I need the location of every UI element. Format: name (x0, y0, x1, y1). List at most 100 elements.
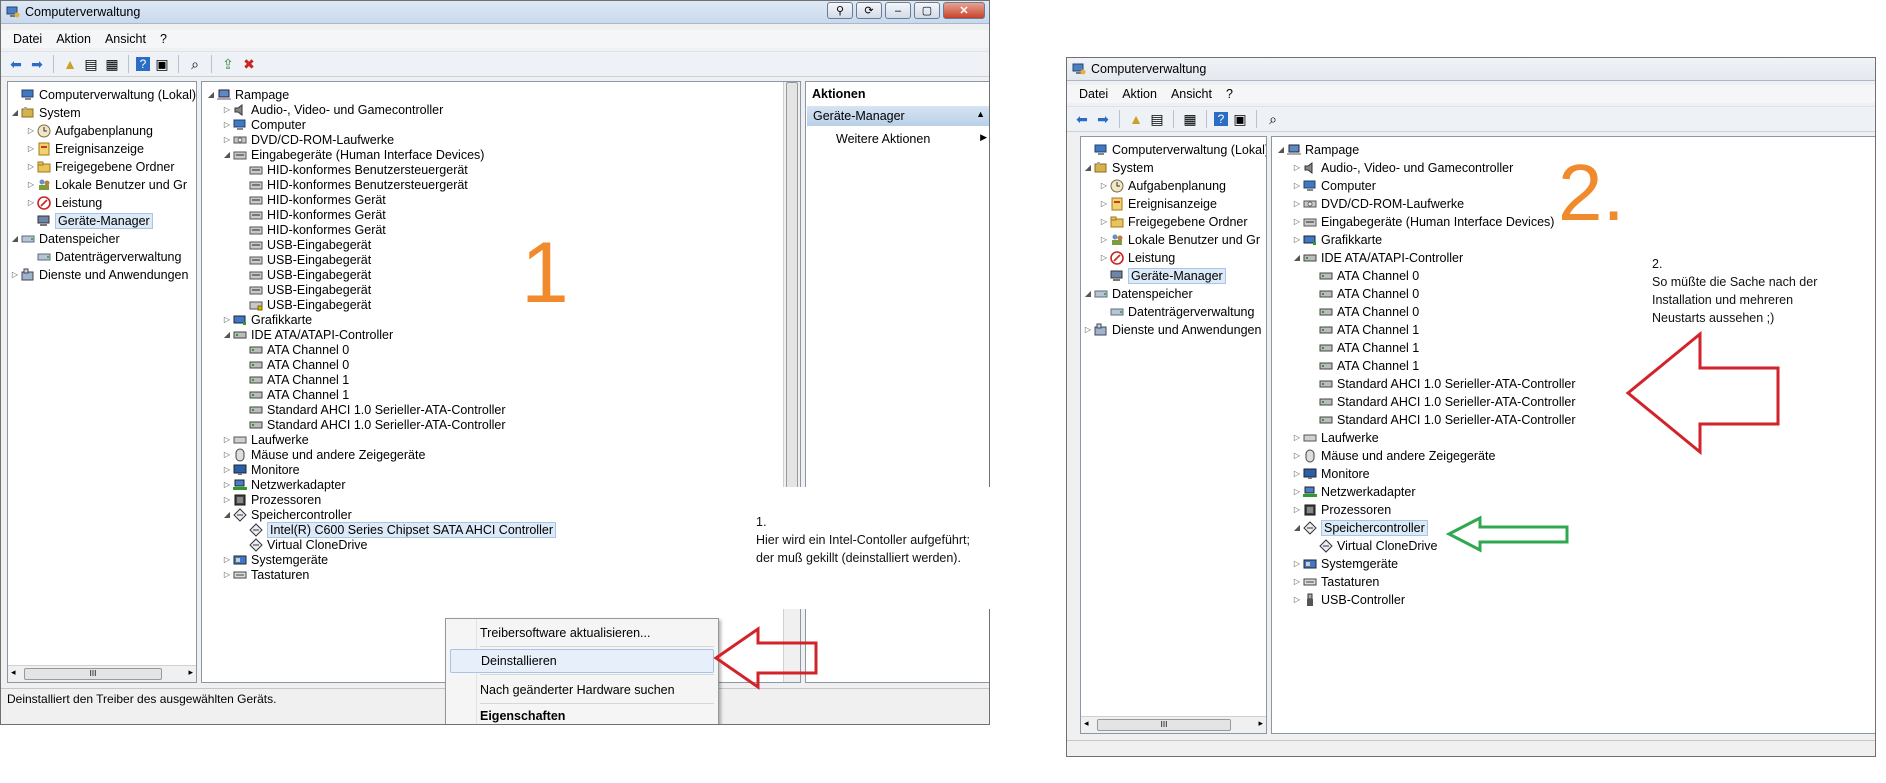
device-ata-channel[interactable]: ATA Channel 1 (1308, 339, 1419, 356)
collapsed-arrow-icon[interactable]: ▷ (222, 315, 232, 324)
expanded-arrow-icon[interactable]: ◢ (1292, 523, 1302, 532)
nav-system[interactable]: ◢ System (1083, 159, 1154, 176)
collapsed-arrow-icon[interactable]: ▷ (26, 144, 36, 153)
nav-device-manager[interactable]: Geräte-Manager (1099, 267, 1226, 284)
collapsed-arrow-icon[interactable]: ▷ (222, 555, 232, 564)
menu-ansicht[interactable]: Ansicht (105, 32, 146, 46)
forward-arrow-icon[interactable]: ➡ (28, 55, 46, 73)
collapsed-arrow-icon[interactable]: ▷ (222, 120, 232, 129)
device-category-gpu[interactable]: ▷ Grafikkarte (1292, 231, 1382, 248)
collapsed-arrow-icon[interactable]: ▷ (222, 465, 232, 474)
device-ata-channel[interactable]: ATA Channel 0 (1308, 285, 1419, 302)
device-ahci-controller[interactable]: Standard AHCI 1.0 Serieller-ATA-Controll… (1308, 375, 1576, 392)
up-folder-icon[interactable]: ▲ (61, 55, 79, 73)
nav-services[interactable]: ▷ Dienste und Anwendungen (10, 266, 189, 283)
properties-icon[interactable]: ▦ (103, 55, 121, 73)
expanded-arrow-icon[interactable]: ◢ (222, 150, 232, 159)
show-tree-icon[interactable]: ▤ (82, 55, 100, 73)
device-ata-channel[interactable]: ATA Channel 0 (1308, 267, 1419, 284)
scroll-right-icon[interactable]: ▸ (1258, 718, 1263, 729)
device-category-mice[interactable]: ▷ Mäuse und andere Zeigegeräte (1292, 447, 1496, 464)
collapsed-arrow-icon[interactable]: ▷ (26, 126, 36, 135)
menu-item-uninstall[interactable]: Deinstallieren (450, 649, 714, 673)
collapsed-arrow-icon[interactable]: ▷ (222, 495, 232, 504)
collapsed-arrow-icon[interactable]: ▷ (1099, 217, 1109, 226)
collapsed-arrow-icon[interactable]: ▷ (26, 198, 36, 207)
collapsed-arrow-icon[interactable]: ▷ (10, 270, 20, 279)
collapsed-arrow-icon[interactable]: ▷ (222, 105, 232, 114)
collapsed-arrow-icon[interactable]: ▷ (1292, 577, 1302, 586)
back-arrow-icon[interactable]: ⬅ (7, 55, 25, 73)
collapsed-arrow-icon[interactable]: ▷ (26, 162, 36, 171)
menu-ansicht[interactable]: Ansicht (1171, 87, 1212, 101)
collapsed-arrow-icon[interactable]: ▷ (222, 435, 232, 444)
nav-disk-management[interactable]: Datenträgerverwaltung (26, 248, 181, 265)
collapsed-arrow-icon[interactable]: ▷ (1292, 451, 1302, 460)
device-category-ide[interactable]: ◢ IDE ATA/ATAPI-Controller (1292, 249, 1463, 266)
collapsed-arrow-icon[interactable]: ▷ (1292, 487, 1302, 496)
collapsed-arrow-icon[interactable]: ▷ (1099, 181, 1109, 190)
collapsed-arrow-icon[interactable]: ▷ (1292, 181, 1302, 190)
collapsed-arrow-icon[interactable]: ▷ (222, 480, 232, 489)
collapsed-arrow-icon[interactable]: ▷ (1292, 469, 1302, 478)
device-ahci-controller[interactable]: Standard AHCI 1.0 Serieller-ATA-Controll… (1308, 411, 1576, 428)
device-rampage[interactable]: ◢ Rampage (1276, 141, 1359, 158)
device-category-system[interactable]: ▷ Systemgeräte (1292, 555, 1398, 572)
collapsed-arrow-icon[interactable]: ▷ (222, 135, 232, 144)
collapse-icon[interactable]: ▲ (976, 109, 985, 119)
show-tree-icon[interactable]: ▤ (1148, 110, 1166, 128)
horizontal-scrollbar[interactable]: ◂ III ▸ (8, 665, 196, 682)
menu-help[interactable]: ? (1226, 87, 1233, 101)
sync-icon[interactable]: ⟳ (856, 2, 882, 19)
properties-icon[interactable]: ▦ (1181, 110, 1199, 128)
nav-disk-management[interactable]: Datenträgerverwaltung (1099, 303, 1254, 320)
device-category-audio[interactable]: ▷ Audio-, Video- und Gamecontroller (1292, 159, 1513, 176)
actions-section-geraete-manager[interactable]: Geräte-Manager ▲ (807, 106, 989, 126)
menu-aktion[interactable]: Aktion (1122, 87, 1157, 101)
collapsed-arrow-icon[interactable]: ▷ (1099, 199, 1109, 208)
search-icon[interactable]: ⚲ (827, 2, 853, 19)
expanded-arrow-icon[interactable]: ◢ (1292, 253, 1302, 262)
expanded-arrow-icon[interactable]: ◢ (1083, 289, 1093, 298)
expanded-arrow-icon[interactable]: ◢ (206, 90, 216, 99)
device-ata-channel[interactable]: ATA Channel 1 (1308, 357, 1419, 374)
collapsed-arrow-icon[interactable]: ▷ (1292, 235, 1302, 244)
nav-storage[interactable]: ◢ Datenspeicher (1083, 285, 1193, 302)
menu-aktion[interactable]: Aktion (56, 32, 91, 46)
scan-hardware-icon[interactable]: ⌕ (1264, 110, 1282, 128)
collapsed-arrow-icon[interactable]: ▷ (1292, 217, 1302, 226)
minimize-button[interactable]: – (885, 2, 911, 19)
device-category-processors[interactable]: ▷ Prozessoren (1292, 501, 1391, 518)
horizontal-scrollbar[interactable]: ◂ III ▸ (1081, 716, 1266, 733)
nav-local-users[interactable]: ▷ Lokale Benutzer und Gr (1099, 231, 1260, 248)
scroll-thumb[interactable]: III (24, 668, 162, 680)
up-folder-icon[interactable]: ▲ (1127, 110, 1145, 128)
collapsed-arrow-icon[interactable]: ▷ (1099, 253, 1109, 262)
nav-computer-management[interactable]: Computerverwaltung (Lokal) (1083, 141, 1266, 158)
device-category-keyboards[interactable]: ▷ Tastaturen (1292, 573, 1379, 590)
device-category-drives[interactable]: ▷ Laufwerke (1292, 429, 1379, 446)
collapsed-arrow-icon[interactable]: ▷ (1292, 433, 1302, 442)
action-pane-icon[interactable]: ▣ (1231, 110, 1249, 128)
nav-device-manager[interactable]: Geräte-Manager (26, 212, 153, 229)
device-category-monitors[interactable]: ▷ Monitore (1292, 465, 1370, 482)
device-category-usb[interactable]: ▷ USB-Controller (1292, 591, 1405, 608)
nav-performance[interactable]: ▷ Leistung (1099, 249, 1175, 266)
nav-system[interactable]: ◢ System (10, 104, 81, 121)
uninstall-icon[interactable]: ✖ (240, 55, 258, 73)
back-arrow-icon[interactable]: ⬅ (1073, 110, 1091, 128)
collapsed-arrow-icon[interactable]: ▷ (1292, 505, 1302, 514)
expanded-arrow-icon[interactable]: ◢ (222, 330, 232, 339)
expanded-arrow-icon[interactable]: ◢ (1276, 145, 1286, 154)
scroll-left-icon[interactable]: ◂ (1084, 718, 1089, 729)
nav-event-viewer[interactable]: ▷ Ereignisanzeige (1099, 195, 1217, 212)
nav-task-scheduler[interactable]: ▷ Aufgabenplanung (1099, 177, 1226, 194)
forward-arrow-icon[interactable]: ➡ (1094, 110, 1112, 128)
device-ata-channel[interactable]: ATA Channel 1 (1308, 321, 1419, 338)
more-actions-item[interactable]: Weitere Aktionen ▶ (836, 132, 987, 150)
nav-shared-folders[interactable]: ▷ Freigegebene Ordner (1099, 213, 1248, 230)
collapsed-arrow-icon[interactable]: ▷ (1292, 595, 1302, 604)
menu-help[interactable]: ? (160, 32, 167, 46)
nav-performance[interactable]: ▷ Leistung (26, 194, 102, 211)
update-driver-icon[interactable]: ⇪ (219, 55, 237, 73)
